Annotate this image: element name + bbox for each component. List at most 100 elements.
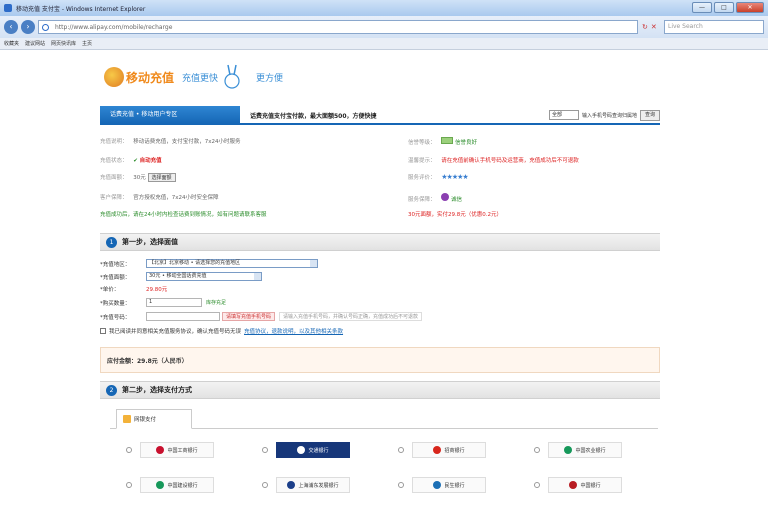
step-1-title: 第一步，选择面值 (122, 238, 178, 246)
info-guarantee: 客户保障： 官方授权充值，7x24小时安全保障 (100, 195, 219, 201)
favorites-item[interactable]: 建议网站 (25, 40, 45, 47)
phone-hint: 请输入充值手机号码，并确认号码正确，充值成功后不可退款 (279, 312, 423, 321)
bank-option[interactable]: 中国建设银行 (126, 477, 214, 493)
stop-icon[interactable]: ✕ (651, 23, 657, 31)
price-row: *单价： 29.80元 (100, 287, 168, 293)
logo-slogan: 充值更快 (182, 73, 219, 84)
phone-input[interactable] (146, 312, 220, 321)
bank-option[interactable]: 上海浦东发展银行 (262, 477, 350, 493)
province-select[interactable]: 【北京】北京移动 • 请选择您的充值地区 (146, 259, 318, 268)
bocom-logo-icon (297, 446, 306, 454)
step-1-header: 1 第一步，选择面值 (100, 233, 660, 251)
price-value: 29.80元 (146, 287, 168, 293)
favorites-bar: 收藏夹 建议网站 网页快讯库 主页 (0, 38, 768, 50)
step-2-number: 2 (106, 384, 117, 396)
bank-logo: 中国农业银行 (548, 442, 622, 458)
window-title: 移动充值 支付宝 - Windows Internet Explorer (16, 5, 146, 13)
logo-text: 移动充值 (126, 70, 175, 85)
info-price-note: 30元面额，实付29.8元（优惠0.2元） (408, 212, 502, 218)
abc-logo-icon (564, 446, 573, 454)
step-1-number: 1 (106, 236, 117, 248)
agree-text: 我已阅读并同意相关充值服务协议，确认充值号码无误 (109, 329, 242, 335)
back-button[interactable]: ‹ (4, 20, 18, 34)
refresh-icon[interactable]: ↻ (642, 23, 648, 31)
info-description: 充值说明： 移动话费充值，支付宝付款，7x24小时服务 (100, 139, 241, 145)
service-badge-icon (441, 193, 450, 201)
payment-tabbar: 网银支付 (110, 407, 658, 429)
total-amount: 应付金额：29.8元（人民币） (107, 357, 188, 365)
bank-logo: 招商银行 (412, 442, 486, 458)
quantity-row: *购买数量： 1 库存充足 (100, 298, 227, 307)
step-2-header: 2 第二步，选择支付方式 (100, 381, 660, 399)
service-tabbar: 话费充值 • 移动用户专区 话费充值支付宝付款，最大面额500，方便快捷 全部 … (100, 106, 660, 125)
bank-logo: 民生银行 (412, 477, 486, 493)
tab-info-text: 话费充值支付宝付款，最大面额500，方便快捷 (250, 112, 377, 120)
bank-option[interactable]: 中国农业银行 (534, 442, 622, 458)
info-rating: 服务评价： ★★★★★ (408, 173, 469, 181)
lookup-controls: 全部 输入手机号码查询归属地 查询 (548, 109, 660, 121)
bank-option[interactable]: 招商银行 (398, 442, 486, 458)
lookup-hint: 输入手机号码查询归属地 (581, 112, 637, 119)
url-tools: ↻ ✕ (642, 23, 657, 31)
rabbit-mascot-icon (224, 64, 240, 89)
agree-checkbox[interactable] (100, 328, 106, 334)
product-select[interactable]: 30元 • 移动全国话费充值 (146, 272, 262, 281)
tab-online-banking[interactable]: 网银支付 (116, 409, 192, 429)
bank-option[interactable]: 中国银行 (534, 477, 622, 493)
bank-radio[interactable] (126, 482, 132, 488)
spdb-logo-icon (287, 481, 296, 489)
site-logo[interactable]: 移动充值 充值更快 更方便 (104, 63, 283, 91)
ccb-logo-icon (156, 481, 165, 489)
info-service: 服务保障： 诚信 (408, 193, 462, 203)
maximize-button[interactable]: □ (714, 2, 734, 13)
tab-mobile-recharge[interactable]: 话费充值 • 移动用户专区 (100, 106, 240, 124)
ie-icon (4, 4, 12, 12)
phone-row: *充值号码： 请填写充值手机号码 请输入充值手机号码，并确认号码正确，充值成功后… (100, 312, 423, 321)
favorites-item[interactable]: 网页快讯库 (51, 40, 76, 47)
url-input[interactable]: http://www.alipay.com/mobile/recharge (38, 20, 638, 34)
close-button[interactable]: ✕ (736, 2, 764, 13)
bank-radio[interactable] (398, 447, 404, 453)
info-denomination: 充值面额： 30元 选择面额 (100, 173, 176, 182)
cmbc-logo-icon (433, 481, 442, 489)
forward-button[interactable]: › (21, 20, 35, 34)
phone-entry-button[interactable]: 请填写充值手机号码 (222, 312, 276, 321)
bank-logo: 中国工商银行 (140, 442, 214, 458)
bank-option[interactable]: 交通银行 (262, 442, 350, 458)
address-bar: ‹ › http://www.alipay.com/mobile/recharg… (0, 16, 768, 38)
bank-logo: 中国建设银行 (140, 477, 214, 493)
agreement-row: 我已阅读并同意相关充值服务协议，确认充值号码无误 充值协议，退款说明，以及其他相… (100, 327, 343, 335)
bank-radio[interactable] (262, 447, 268, 453)
page-content: 移动充值 充值更快 更方便 话费充值 • 移动用户专区 话费充值支付宝付款，最大… (0, 51, 768, 510)
page-icon (42, 24, 49, 31)
lookup-button[interactable]: 查询 (639, 109, 660, 121)
bank-radio[interactable] (398, 482, 404, 488)
bank-logo: 交通银行 (276, 442, 350, 458)
step-2-title: 第二步，选择支付方式 (122, 386, 192, 394)
url-text: http://www.alipay.com/mobile/recharge (55, 23, 173, 31)
stock-hint: 库存充足 (206, 300, 227, 306)
credit-badge-icon (441, 137, 454, 144)
bank-option[interactable]: 民生银行 (398, 477, 486, 493)
favorites-item[interactable]: 收藏夹 (4, 40, 19, 47)
favorites-item[interactable]: 主页 (82, 40, 92, 47)
region-select[interactable]: 全部 (548, 110, 579, 120)
province-row: *充值地区： 【北京】北京移动 • 请选择您的充值地区 (100, 259, 318, 268)
rating-stars: ★★★★★ (441, 173, 468, 181)
product-row: *充值面额： 30元 • 移动全国话费充值 (100, 272, 262, 281)
bank-option[interactable]: 中国工商银行 (126, 442, 214, 458)
info-credit: 信誉等级： 信誉良好 (408, 137, 477, 146)
search-input[interactable]: Live Search (664, 20, 764, 34)
info-notice: 充值成功后，请在24小时内检查话费到账情况，如有问题请联系客服 (100, 212, 267, 218)
payment-summary: 应付金额：29.8元（人民币） (100, 347, 660, 373)
bank-radio[interactable] (126, 447, 132, 453)
quantity-input[interactable]: 1 (146, 298, 202, 307)
bank-radio[interactable] (262, 482, 268, 488)
icbc-logo-icon (156, 446, 165, 454)
agreement-link[interactable]: 充值协议，退款说明，以及其他相关条款 (244, 327, 343, 335)
minimize-button[interactable]: — (692, 2, 712, 13)
info-status: 充值状态： ✔ 自动充值 (100, 158, 162, 164)
choose-denomination-button[interactable]: 选择面额 (147, 173, 176, 182)
bank-radio[interactable] (534, 447, 540, 453)
bank-radio[interactable] (534, 482, 540, 488)
